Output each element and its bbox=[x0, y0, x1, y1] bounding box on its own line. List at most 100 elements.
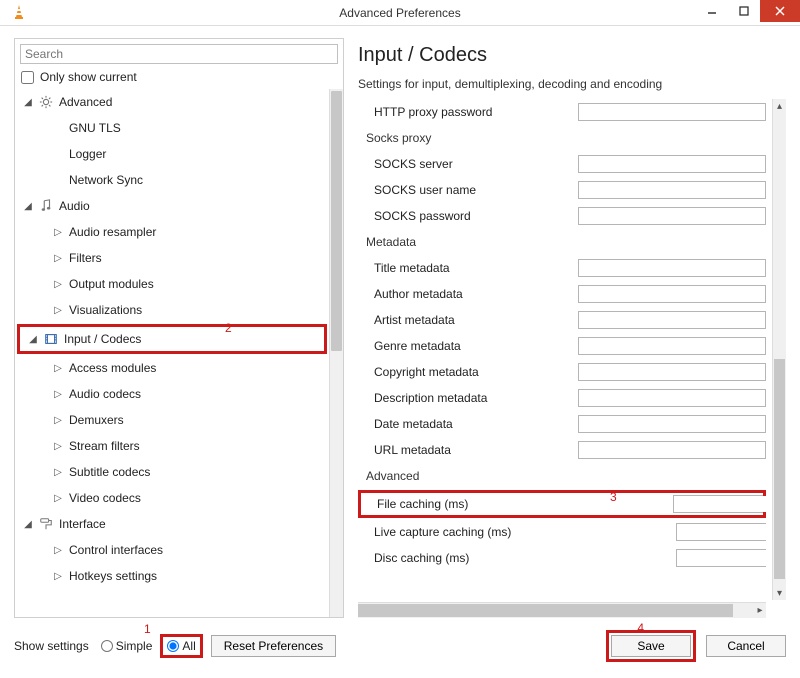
copyright-metadata-input[interactable] bbox=[578, 363, 766, 381]
date-metadata-input[interactable] bbox=[578, 415, 766, 433]
tree-network-sync[interactable]: Network Sync bbox=[15, 167, 329, 193]
row-file-caching: File caching (ms) ▲▼ bbox=[361, 493, 763, 515]
annotation-4: 4 bbox=[637, 621, 644, 635]
chevron-right-icon: ▷ bbox=[53, 253, 63, 264]
tree-visualizations[interactable]: ▷Visualizations bbox=[15, 297, 329, 323]
only-show-current-checkbox[interactable] bbox=[21, 71, 34, 84]
highlight-input-codecs: ◢ Input / Codecs bbox=[17, 324, 327, 354]
chevron-down-icon: ◢ bbox=[23, 519, 33, 530]
tree-stream-filters[interactable]: ▷Stream filters bbox=[15, 433, 329, 459]
row-http-proxy-password: HTTP proxy password bbox=[358, 99, 766, 125]
only-show-current[interactable]: Only show current bbox=[15, 66, 343, 89]
chevron-down-icon: ◢ bbox=[23, 97, 33, 108]
chevron-right-icon: ▷ bbox=[53, 493, 63, 504]
group-metadata: Metadata bbox=[358, 229, 766, 255]
paint-roller-icon bbox=[39, 517, 53, 531]
scrollbar-thumb[interactable] bbox=[774, 359, 785, 579]
close-button[interactable] bbox=[760, 0, 800, 22]
highlight-save: Save bbox=[606, 630, 696, 662]
chevron-down-icon: ◢ bbox=[28, 334, 38, 345]
chevron-right-icon: ▷ bbox=[53, 441, 63, 452]
tree-interface[interactable]: ◢ Interface bbox=[15, 511, 329, 537]
horizontal-scrollbar[interactable]: ◂ ▸ bbox=[358, 602, 766, 618]
annotation-3: 3 bbox=[610, 490, 617, 504]
right-scrollbar[interactable]: ▴ ▾ bbox=[772, 99, 786, 600]
http-proxy-password-input[interactable] bbox=[578, 103, 766, 121]
tree-logger[interactable]: Logger bbox=[15, 141, 329, 167]
scroll-down-icon[interactable]: ▾ bbox=[773, 586, 786, 600]
tree-filters[interactable]: ▷Filters bbox=[15, 245, 329, 271]
socks-user-input[interactable] bbox=[578, 181, 766, 199]
show-settings-label: Show settings bbox=[14, 639, 89, 653]
chevron-right-icon: ▷ bbox=[53, 571, 63, 582]
chevron-right-icon: ▷ bbox=[53, 227, 63, 238]
chevron-down-icon: ◢ bbox=[23, 201, 33, 212]
page-title: Input / Codecs bbox=[358, 44, 786, 67]
chevron-right-icon: ▷ bbox=[53, 389, 63, 400]
description-metadata-input[interactable] bbox=[578, 389, 766, 407]
radio-simple[interactable]: Simple bbox=[101, 639, 153, 653]
bottom-bar: Show settings Simple All Reset Preferenc… bbox=[14, 624, 786, 668]
chevron-right-icon: ▷ bbox=[53, 279, 63, 290]
save-button[interactable]: Save bbox=[611, 635, 691, 657]
url-metadata-input[interactable] bbox=[578, 441, 766, 459]
search-input[interactable] bbox=[20, 44, 338, 64]
live-capture-spinner[interactable]: ▲▼ bbox=[676, 523, 766, 541]
file-caching-spinner[interactable]: ▲▼ bbox=[673, 495, 763, 513]
chevron-right-icon: ▷ bbox=[53, 545, 63, 556]
group-socks-proxy: Socks proxy bbox=[358, 125, 766, 151]
tree-subtitle-codecs[interactable]: ▷Subtitle codecs bbox=[15, 459, 329, 485]
tree-input-codecs[interactable]: ◢ Input / Codecs bbox=[20, 327, 324, 351]
disc-caching-input[interactable] bbox=[677, 550, 786, 566]
minimize-button[interactable] bbox=[696, 0, 728, 22]
tree-hotkeys-settings[interactable]: ▷Hotkeys settings bbox=[15, 563, 329, 589]
tree-demuxers[interactable]: ▷Demuxers bbox=[15, 407, 329, 433]
left-panel: Only show current ◢ Advanced GNU TLS Log… bbox=[14, 38, 344, 618]
genre-metadata-input[interactable] bbox=[578, 337, 766, 355]
chevron-right-icon: ▷ bbox=[53, 363, 63, 374]
only-show-current-label: Only show current bbox=[40, 70, 137, 84]
title-metadata-input[interactable] bbox=[578, 259, 766, 277]
tree-audio-resampler[interactable]: ▷Audio resampler bbox=[15, 219, 329, 245]
tree-audio[interactable]: ◢ Audio bbox=[15, 193, 329, 219]
artist-metadata-input[interactable] bbox=[578, 311, 766, 329]
disc-caching-spinner[interactable]: ▲▼ bbox=[676, 549, 766, 567]
scroll-right-icon[interactable]: ▸ bbox=[753, 603, 767, 618]
tree-video-codecs[interactable]: ▷Video codecs bbox=[15, 485, 329, 511]
chevron-right-icon: ▷ bbox=[53, 467, 63, 478]
page-subtitle: Settings for input, demultiplexing, deco… bbox=[358, 77, 786, 91]
tree-scrollbar[interactable] bbox=[329, 89, 343, 617]
socks-password-input[interactable] bbox=[578, 207, 766, 225]
cancel-button[interactable]: Cancel bbox=[706, 635, 786, 657]
highlight-file-caching: File caching (ms) ▲▼ bbox=[358, 490, 766, 518]
tree-output-modules[interactable]: ▷Output modules bbox=[15, 271, 329, 297]
tree-control-interfaces[interactable]: ▷Control interfaces bbox=[15, 537, 329, 563]
tree-access-modules[interactable]: ▷Access modules bbox=[15, 355, 329, 381]
right-panel: Input / Codecs Settings for input, demul… bbox=[354, 38, 786, 618]
annotation-1: 1 bbox=[144, 622, 151, 636]
scrollbar-thumb[interactable] bbox=[331, 91, 342, 351]
window-title: Advanced Preferences bbox=[0, 0, 800, 26]
radio-all[interactable]: All bbox=[167, 639, 195, 653]
chevron-right-icon: ▷ bbox=[53, 305, 63, 316]
highlight-radio-all: All bbox=[160, 634, 202, 658]
reset-preferences-button[interactable]: Reset Preferences bbox=[211, 635, 336, 657]
annotation-2: 2 bbox=[225, 321, 232, 335]
group-advanced: Advanced bbox=[358, 463, 766, 489]
file-caching-input[interactable] bbox=[674, 496, 786, 512]
scrollbar-thumb[interactable] bbox=[358, 604, 733, 617]
socks-server-input[interactable] bbox=[578, 155, 766, 173]
window-buttons bbox=[696, 0, 800, 22]
tree-gnu-tls[interactable]: GNU TLS bbox=[15, 115, 329, 141]
scroll-up-icon[interactable]: ▴ bbox=[773, 99, 786, 113]
maximize-button[interactable] bbox=[728, 0, 760, 22]
gear-icon bbox=[39, 95, 53, 109]
row-disc-caching: Disc caching (ms) ▲▼ bbox=[358, 545, 766, 571]
chevron-right-icon: ▷ bbox=[53, 415, 63, 426]
tree-audio-codecs[interactable]: ▷Audio codecs bbox=[15, 381, 329, 407]
author-metadata-input[interactable] bbox=[578, 285, 766, 303]
live-capture-input[interactable] bbox=[677, 524, 786, 540]
music-note-icon bbox=[39, 199, 53, 213]
preferences-tree[interactable]: ◢ Advanced GNU TLS Logger Network Sync ◢… bbox=[15, 89, 343, 617]
tree-advanced[interactable]: ◢ Advanced bbox=[15, 89, 329, 115]
